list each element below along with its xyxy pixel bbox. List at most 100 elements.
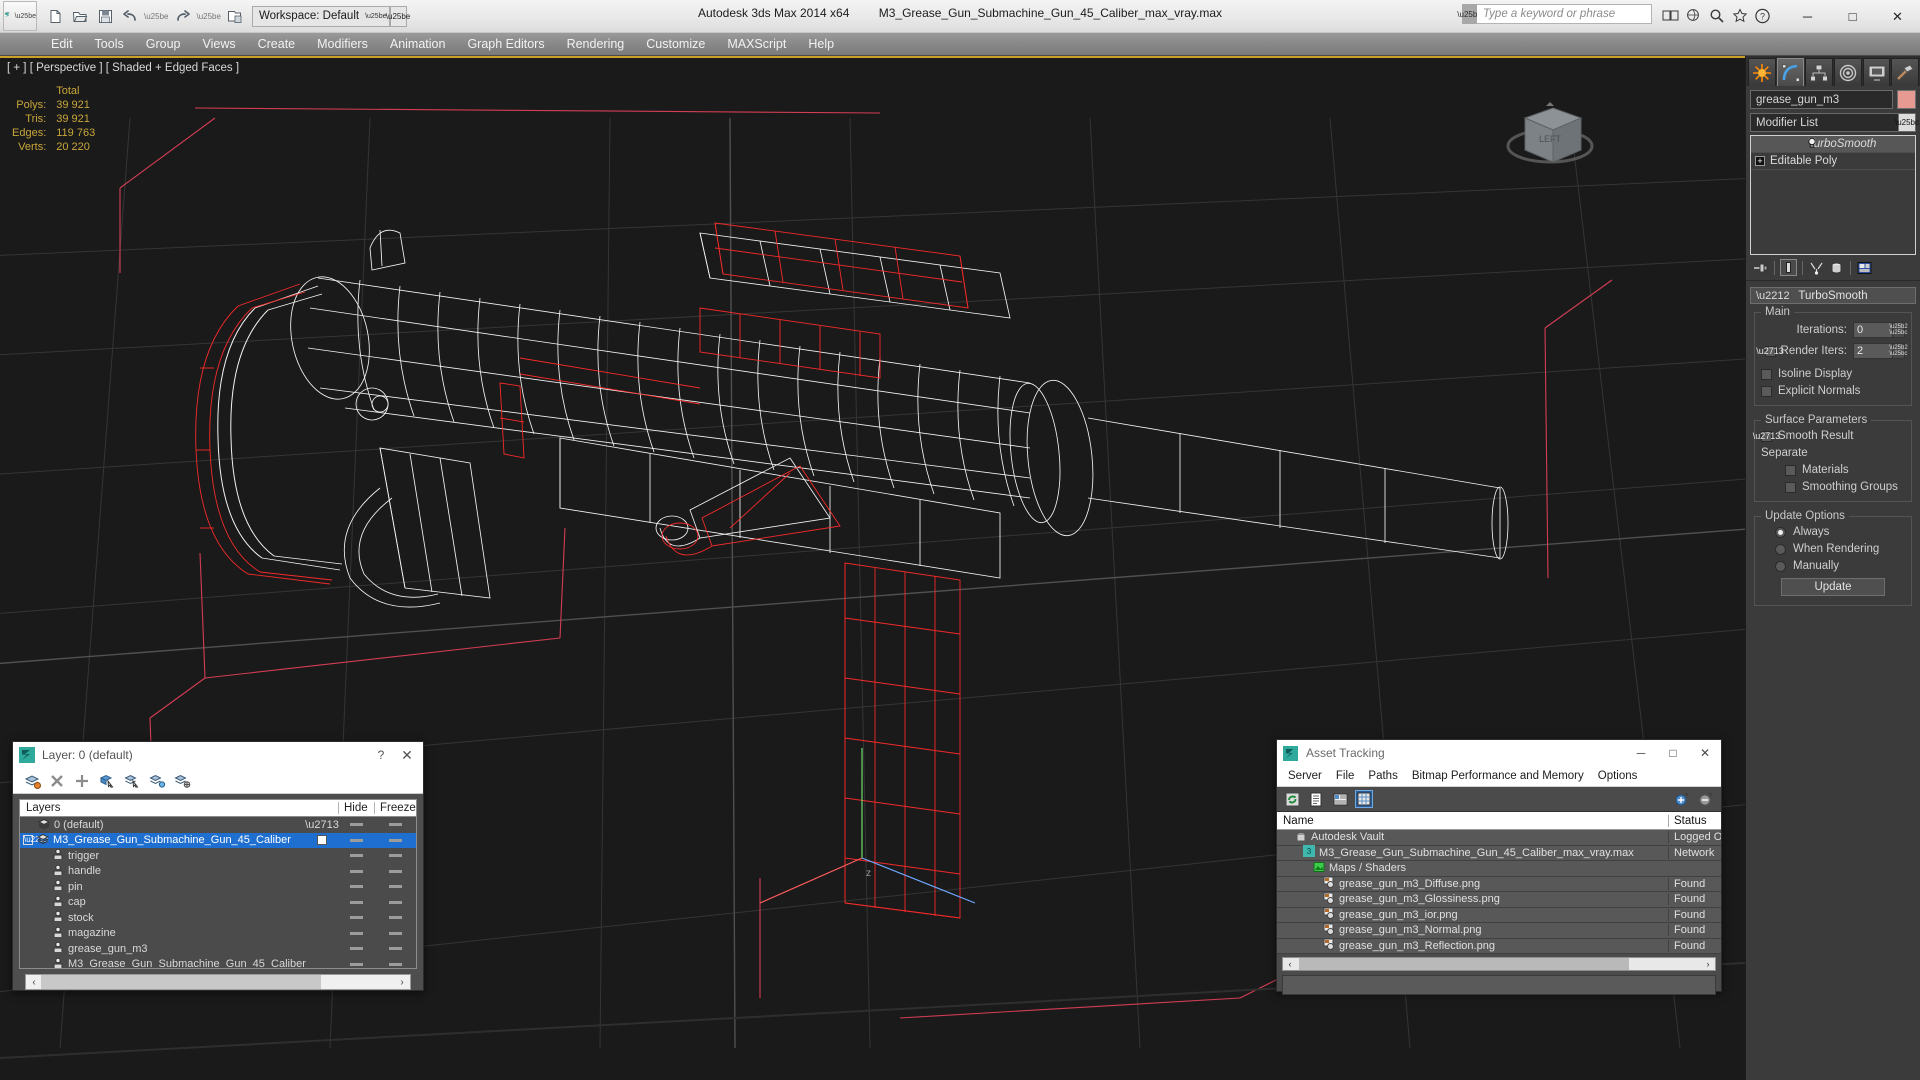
- layer-row-magazine[interactable]: magazine: [20, 926, 416, 942]
- asset-row-autodesk-vault[interactable]: Autodesk Vault Logged O: [1277, 830, 1721, 846]
- plus-box-icon[interactable]: +: [1755, 156, 1765, 166]
- modifier-list-dropdown[interactable]: Modifier List \u25bc: [1750, 113, 1919, 132]
- menu-item-edit[interactable]: Edit: [40, 35, 84, 53]
- menu-item-file[interactable]: File: [1329, 768, 1362, 784]
- hide-toggle[interactable]: [338, 838, 374, 842]
- asset-tracking-titlebar[interactable]: Asset Tracking ─ □ ✕: [1277, 740, 1721, 766]
- minimize-button[interactable]: ─: [1625, 746, 1657, 760]
- menu-item-animation[interactable]: Animation: [379, 35, 457, 53]
- asset-row-max-file[interactable]: 3 M3_Grease_Gun_Submachine_Gun_45_Calibe…: [1277, 845, 1721, 861]
- freeze-toggle[interactable]: [374, 916, 416, 920]
- scroll-left-icon[interactable]: ‹: [1283, 959, 1297, 969]
- menu-item-group[interactable]: Group: [135, 35, 192, 53]
- iterations-value[interactable]: 0: [1853, 322, 1893, 338]
- app-logo-button[interactable]: \u25be: [3, 1, 37, 31]
- smooth-result-checkbox[interactable]: \u2713: [1753, 430, 1780, 442]
- hide-toggle[interactable]: [338, 885, 374, 889]
- check-in-icon[interactable]: ?: [1673, 790, 1691, 808]
- freeze-toggle[interactable]: [374, 854, 416, 858]
- field-explicit-normals[interactable]: Explicit Normals: [1761, 385, 1905, 397]
- hide-unhide-layer-icon[interactable]: [173, 772, 191, 790]
- help-icon[interactable]: ?: [1753, 6, 1772, 25]
- layer-row-pin[interactable]: pin: [20, 879, 416, 895]
- list-view-icon[interactable]: [1307, 790, 1325, 808]
- materials-checkbox[interactable]: [1785, 464, 1796, 476]
- select-object-layer-icon[interactable]: [123, 772, 141, 790]
- menu-item-bitmap-performance[interactable]: Bitmap Performance and Memory: [1405, 768, 1591, 784]
- layer-row-cap[interactable]: cap: [20, 895, 416, 911]
- chevron-down-icon[interactable]: \u25bc: [1895, 114, 1919, 131]
- asset-row-ior[interactable]: grease_gun_m3_ior.png Found: [1277, 907, 1721, 923]
- create-new-layer-icon[interactable]: [23, 772, 41, 790]
- asset-tracking-dialog[interactable]: Asset Tracking ─ □ ✕ Server File Paths B…: [1276, 739, 1722, 995]
- modifier-stack-item-turbosmooth[interactable]: TurboSmooth: [1751, 136, 1915, 153]
- render-iters-value[interactable]: 2: [1853, 343, 1893, 359]
- field-smooth-result[interactable]: \u2713 Smooth Result: [1753, 430, 1905, 442]
- object-name-field[interactable]: grease_gun_m3: [1750, 90, 1893, 109]
- hide-toggle[interactable]: [338, 854, 374, 858]
- layer-row-grease-gun-m3[interactable]: grease_gun_m3: [20, 941, 416, 957]
- hide-toggle[interactable]: [338, 947, 374, 951]
- maximize-button[interactable]: □: [1657, 746, 1689, 760]
- create-tab[interactable]: [1748, 58, 1776, 86]
- highlight-selected-objects-layer-icon[interactable]: [148, 772, 166, 790]
- add-selected-objects-icon[interactable]: [73, 772, 91, 790]
- render-iters-spinner[interactable]: 2 \u25b2 \u25bc: [1853, 343, 1908, 359]
- redo-dropdown-arrow-icon[interactable]: \u25be: [195, 12, 221, 21]
- refresh-icon[interactable]: [1283, 790, 1301, 808]
- help-icon[interactable]: ?: [369, 748, 393, 762]
- radio-always[interactable]: Always: [1761, 526, 1905, 538]
- freeze-toggle[interactable]: [374, 869, 416, 873]
- layer-row-m3-grease-gun[interactable]: \u2212 M3_Grease_Gun_Submachine_Gun_45_C…: [20, 832, 416, 848]
- scroll-right-icon[interactable]: ›: [1701, 959, 1715, 969]
- viewcube[interactable]: LEFT: [1495, 88, 1605, 178]
- menu-item-help[interactable]: Help: [797, 35, 845, 53]
- radio-when-rendering[interactable]: When Rendering: [1761, 543, 1905, 555]
- field-smoothing-groups[interactable]: Smoothing Groups: [1761, 481, 1905, 493]
- show-end-result-icon[interactable]: [1780, 259, 1797, 276]
- workspace-selector[interactable]: Workspace: Default \u25be: [251, 5, 390, 27]
- hide-toggle[interactable]: [338, 916, 374, 920]
- lightbulb-icon[interactable]: [1806, 137, 1818, 152]
- layer-row-0-default[interactable]: 0 (default) \u2713: [20, 817, 416, 833]
- menu-item-maxscript[interactable]: MAXScript: [716, 35, 797, 53]
- menu-item-graph-editors[interactable]: Graph Editors: [456, 35, 555, 53]
- utilities-tab[interactable]: [1891, 58, 1920, 86]
- layer-row-m3-object[interactable]: M3_Grease_Gun_Submachine_Gun_45_Caliber: [20, 957, 416, 968]
- new-file-icon[interactable]: [43, 4, 67, 28]
- freeze-toggle[interactable]: [374, 885, 416, 889]
- asset-list[interactable]: Autodesk Vault Logged O 3 M3_Grease_Gun_…: [1277, 830, 1721, 954]
- update-button[interactable]: Update: [1781, 578, 1885, 596]
- scroll-left-icon[interactable]: ‹: [26, 977, 42, 988]
- infocenter-icon[interactable]: [1661, 6, 1680, 25]
- search-input[interactable]: Type a keyword or phrase: [1477, 4, 1652, 24]
- hide-toggle[interactable]: [338, 900, 374, 904]
- field-isoline-display[interactable]: Isoline Display: [1761, 368, 1905, 380]
- freeze-toggle[interactable]: [374, 947, 416, 951]
- asset-row-maps-shaders[interactable]: Maps / Shaders: [1277, 861, 1721, 877]
- menu-item-views[interactable]: Views: [191, 35, 246, 53]
- pin-stack-icon[interactable]: [1752, 259, 1769, 276]
- remove-modifier-icon[interactable]: [1828, 259, 1845, 276]
- save-file-icon[interactable]: [93, 4, 117, 28]
- delete-highlighted-layers-icon[interactable]: [48, 772, 66, 790]
- freeze-toggle[interactable]: [374, 931, 416, 935]
- viewport-label[interactable]: [ + ] [ Perspective ] [ Shaded + Edged F…: [7, 62, 239, 74]
- close-icon[interactable]: ✕: [393, 747, 421, 764]
- hide-toggle[interactable]: [338, 931, 374, 935]
- layer-dialog-titlebar[interactable]: Layer: 0 (default) ? ✕: [13, 742, 423, 768]
- collapse-icon[interactable]: \u2212: [1756, 290, 1790, 302]
- favorites-star-icon[interactable]: [1730, 6, 1749, 25]
- configure-modifier-sets-icon[interactable]: [1856, 259, 1873, 276]
- menu-item-customize[interactable]: Customize: [635, 35, 716, 53]
- radio-manually[interactable]: Manually: [1761, 560, 1905, 572]
- freeze-toggle[interactable]: [374, 838, 416, 842]
- menu-item-create[interactable]: Create: [247, 35, 307, 53]
- grid-view-icon[interactable]: [1355, 790, 1373, 808]
- hide-toggle[interactable]: [338, 962, 374, 966]
- freeze-toggle[interactable]: [374, 962, 416, 966]
- asset-horizontal-scrollbar[interactable]: ‹ ›: [1282, 957, 1716, 971]
- minimize-button[interactable]: ─: [1785, 0, 1830, 33]
- spinner-arrows-icon[interactable]: \u25b2 \u25bc: [1889, 343, 1908, 359]
- check-out-icon[interactable]: ?: [1697, 790, 1715, 808]
